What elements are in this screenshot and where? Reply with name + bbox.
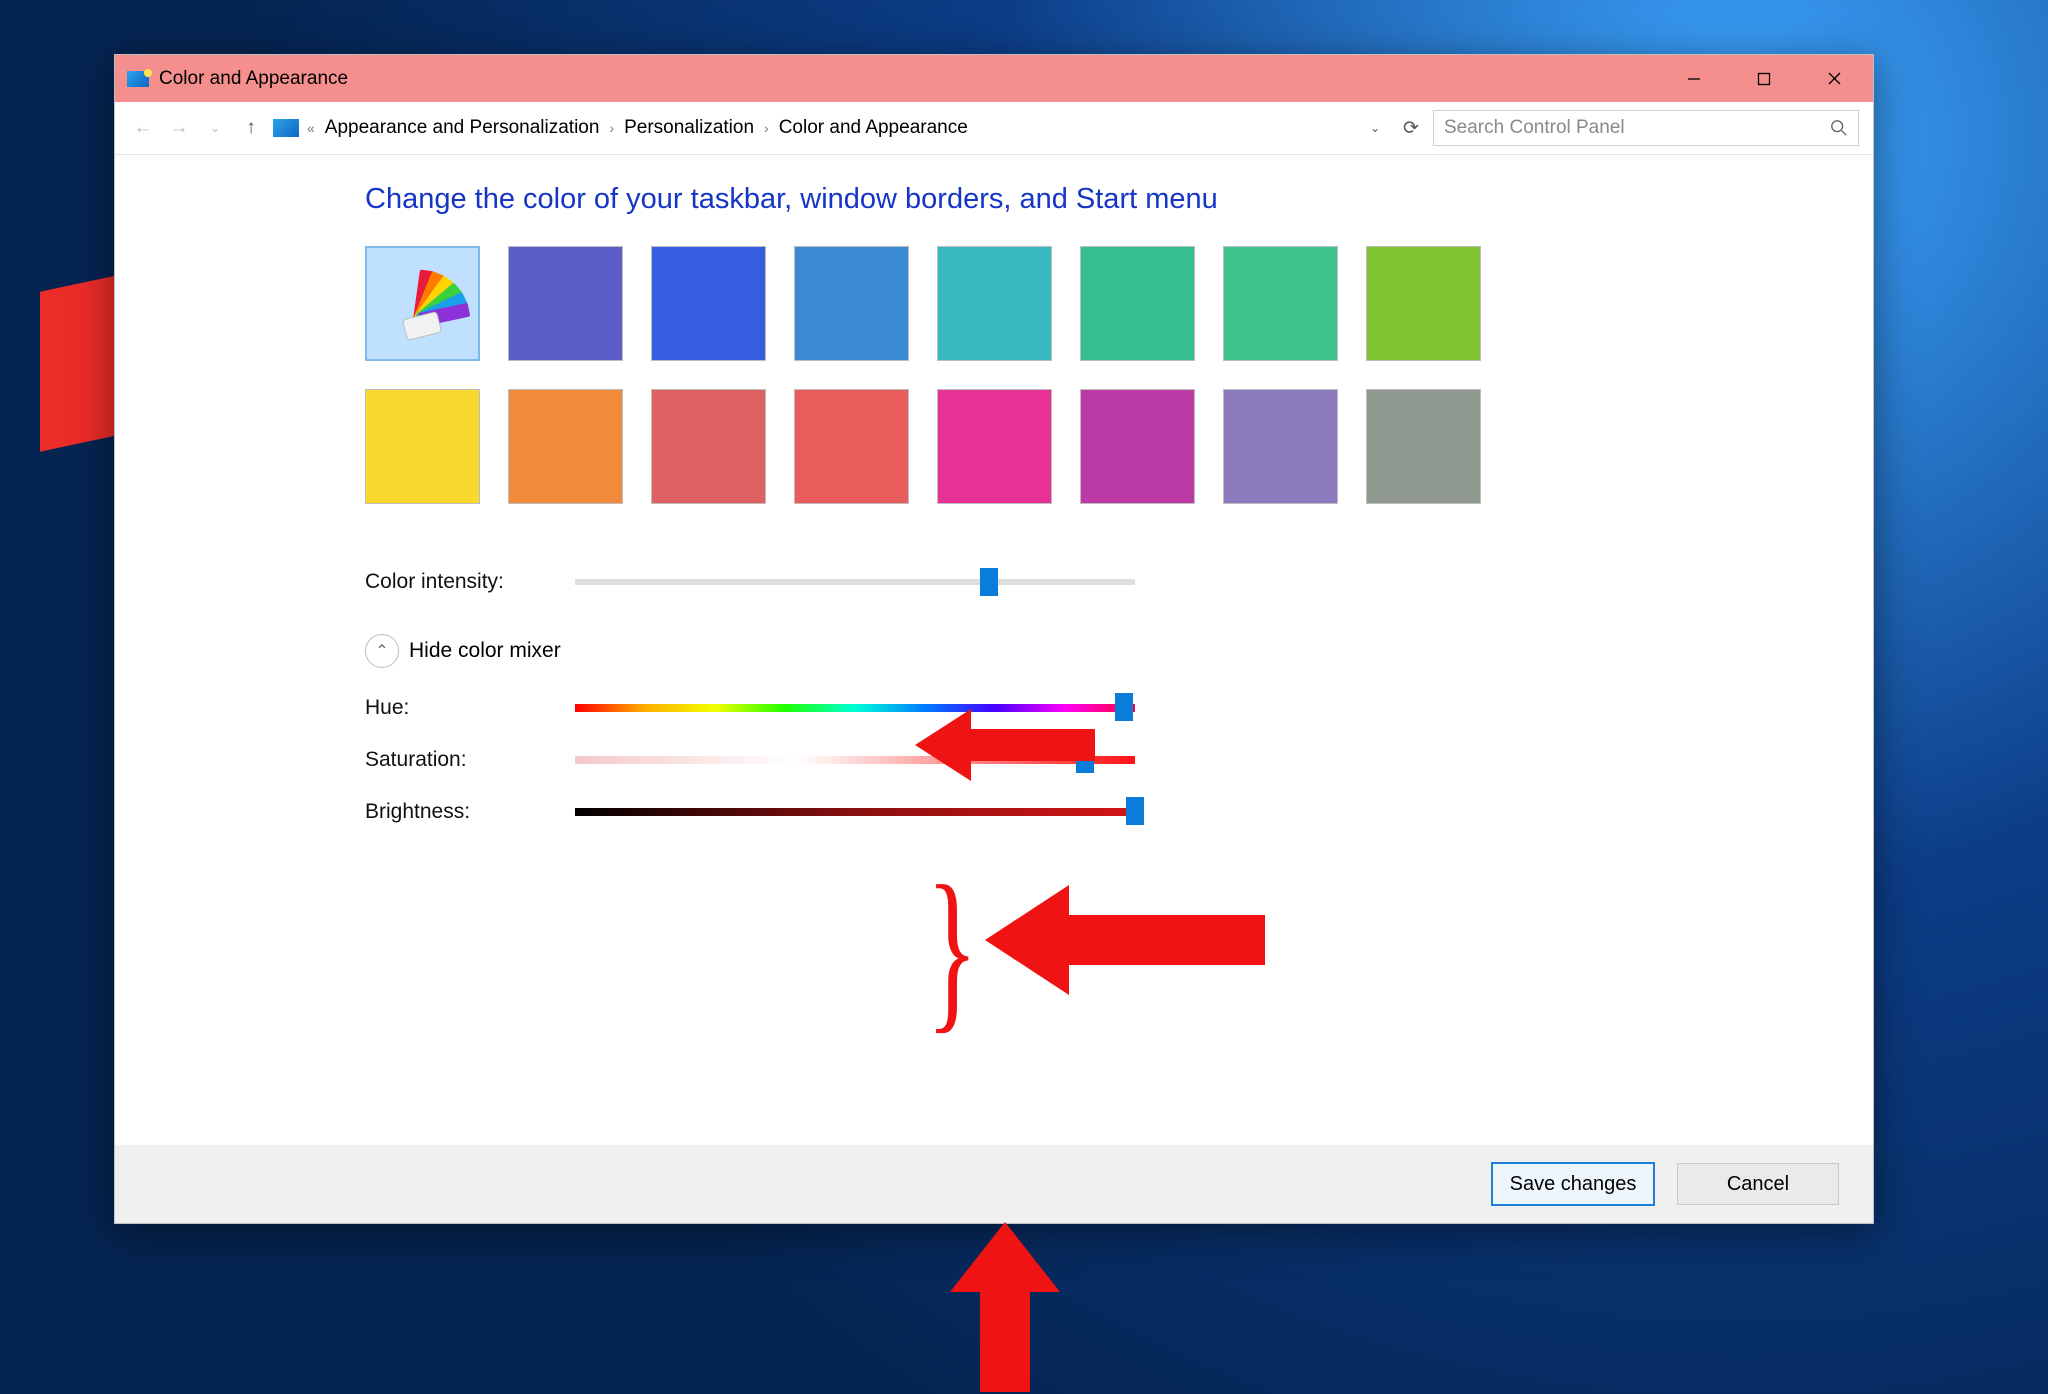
intensity-row: Color intensity: xyxy=(365,570,1873,594)
swatch-color[interactable] xyxy=(1366,246,1481,361)
swatch-color[interactable] xyxy=(1080,389,1195,504)
breadcrumb-appearance[interactable]: Appearance and Personalization xyxy=(321,115,604,141)
back-button[interactable]: ← xyxy=(129,114,157,142)
swatch-color[interactable] xyxy=(508,389,623,504)
breadcrumb-personalization[interactable]: Personalization xyxy=(620,115,758,141)
intensity-slider[interactable] xyxy=(575,579,1135,585)
address-dropdown[interactable]: ⌄ xyxy=(1361,114,1389,142)
swatch-color[interactable] xyxy=(794,246,909,361)
path-icon xyxy=(273,119,299,137)
address-bar: ← → ⌄ ↑ « Appearance and Personalization… xyxy=(115,102,1873,155)
swatch-color[interactable] xyxy=(794,389,909,504)
minimize-button[interactable] xyxy=(1659,55,1729,102)
window-title: Color and Appearance xyxy=(159,68,348,90)
titlebar: Color and Appearance xyxy=(115,55,1873,102)
swatch-color[interactable] xyxy=(1223,389,1338,504)
color-appearance-window: Color and Appearance ← → ⌄ ↑ « Appearanc… xyxy=(114,54,1874,1224)
swatch-color[interactable] xyxy=(365,389,480,504)
search-input[interactable]: Search Control Panel xyxy=(1433,110,1859,146)
search-placeholder: Search Control Panel xyxy=(1444,117,1830,139)
forward-button[interactable]: → xyxy=(165,114,193,142)
brightness-thumb[interactable] xyxy=(1126,797,1144,825)
swatch-color[interactable] xyxy=(937,246,1052,361)
saturation-label: Saturation: xyxy=(365,748,575,772)
breadcrumb-color[interactable]: Color and Appearance xyxy=(775,115,972,141)
maximize-button[interactable] xyxy=(1729,55,1799,102)
hue-thumb[interactable] xyxy=(1115,693,1133,721)
dialog-footer: Save changes Cancel xyxy=(115,1145,1873,1223)
hue-label: Hue: xyxy=(365,696,575,720)
swatch-color[interactable] xyxy=(651,246,766,361)
chevron-right-icon: › xyxy=(764,120,769,136)
content-area: Change the color of your taskbar, window… xyxy=(115,155,1873,1145)
brightness-slider[interactable] xyxy=(575,808,1135,816)
hue-slider[interactable] xyxy=(575,704,1135,712)
saturation-slider[interactable] xyxy=(575,756,1135,764)
refresh-button[interactable]: ⟳ xyxy=(1397,114,1425,142)
color-swatches xyxy=(365,246,1595,504)
mixer-toggle[interactable]: ⌃ Hide color mixer xyxy=(365,634,1873,668)
chevron-up-icon[interactable]: ⌃ xyxy=(365,634,399,668)
saturation-thumb[interactable] xyxy=(1076,745,1094,773)
breadcrumb[interactable]: « Appearance and Personalization › Perso… xyxy=(307,115,972,141)
brightness-label: Brightness: xyxy=(365,800,575,824)
intensity-label: Color intensity: xyxy=(365,570,575,594)
save-button[interactable]: Save changes xyxy=(1491,1162,1655,1206)
window-icon xyxy=(127,71,149,87)
search-icon xyxy=(1830,119,1848,137)
swatch-color[interactable] xyxy=(937,389,1052,504)
swatch-color[interactable] xyxy=(508,246,623,361)
swatch-automatic[interactable] xyxy=(365,246,480,361)
page-title: Change the color of your taskbar, window… xyxy=(365,183,1873,216)
close-button[interactable] xyxy=(1799,55,1869,102)
intensity-thumb[interactable] xyxy=(980,568,998,596)
swatch-color[interactable] xyxy=(1080,246,1195,361)
cancel-button[interactable]: Cancel xyxy=(1677,1163,1839,1205)
annotation-arrow xyxy=(985,865,1265,1015)
annotation-brace: } xyxy=(926,895,978,1003)
breadcrumb-overflow[interactable]: « xyxy=(307,120,315,136)
chevron-right-icon: › xyxy=(609,120,614,136)
recent-locations-button[interactable]: ⌄ xyxy=(201,114,229,142)
up-button[interactable]: ↑ xyxy=(237,114,265,142)
swatch-color[interactable] xyxy=(1223,246,1338,361)
swatch-color[interactable] xyxy=(1366,389,1481,504)
mixer-toggle-label: Hide color mixer xyxy=(409,639,561,663)
swatch-color[interactable] xyxy=(651,389,766,504)
color-mixer: Hue: Saturation: Brightness: xyxy=(365,696,1873,824)
